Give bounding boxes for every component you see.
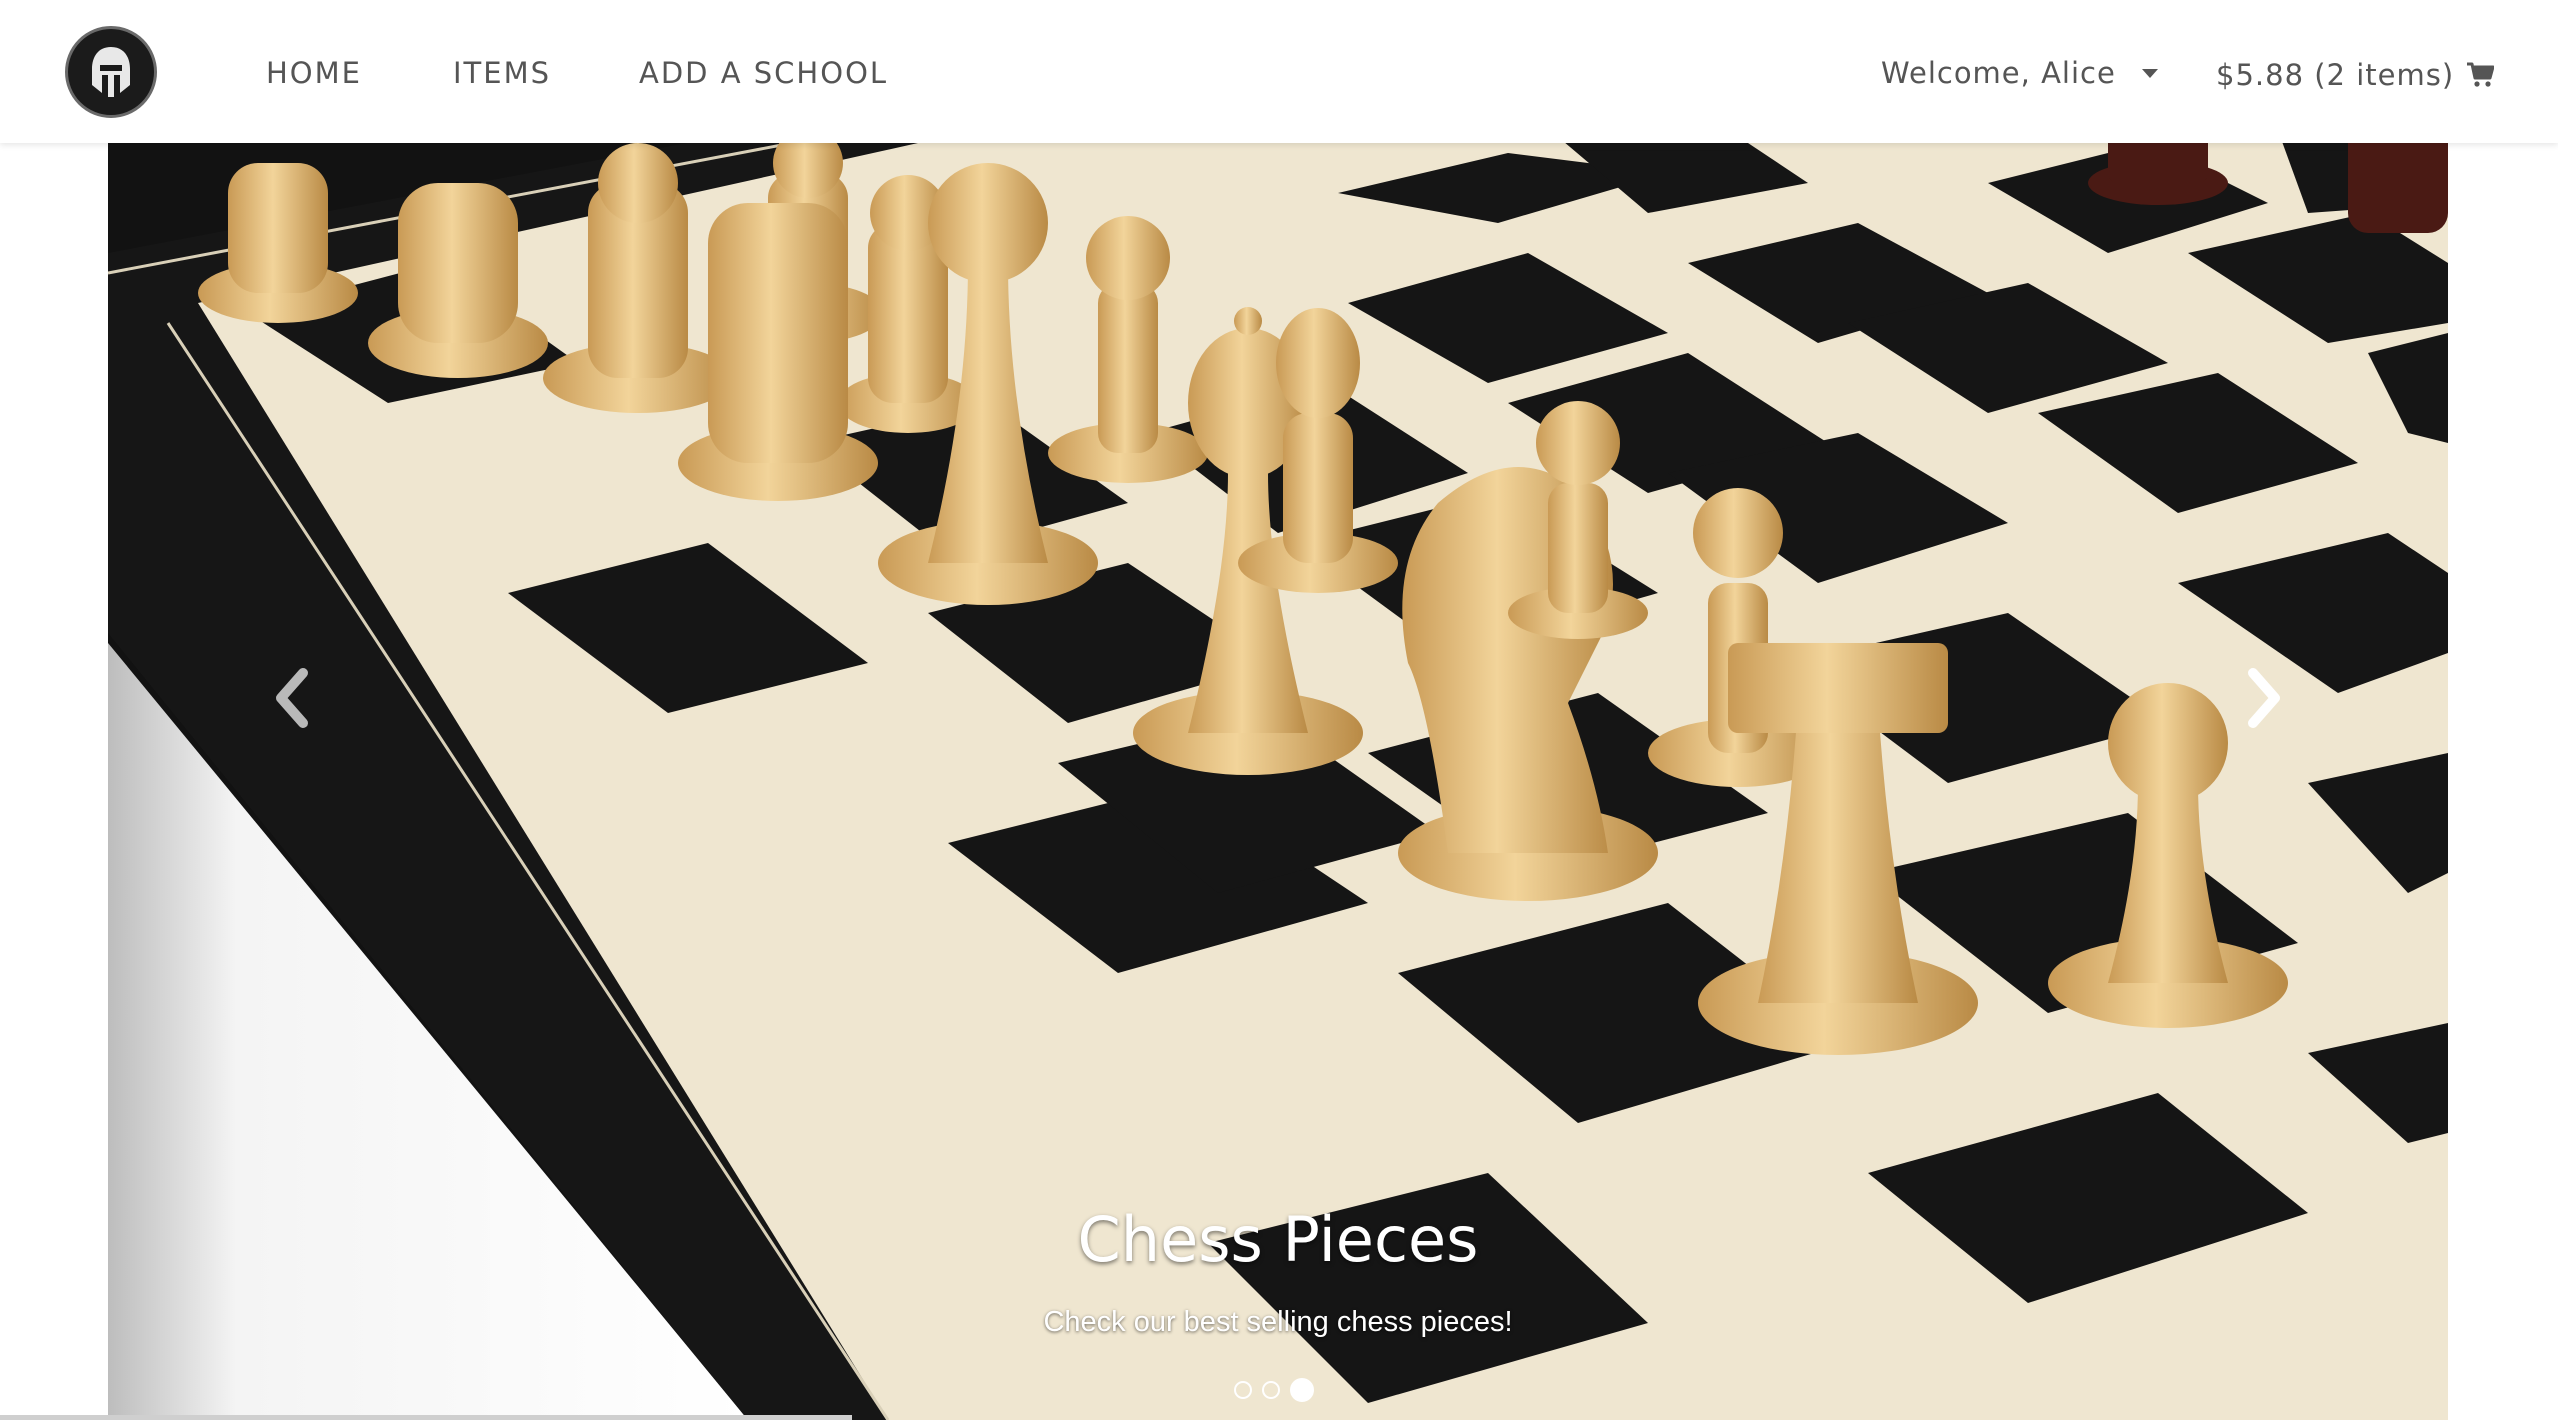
cart-button[interactable]: $5.88 (2 items) — [2216, 58, 2495, 92]
horizontal-scrollbar[interactable] — [0, 1415, 852, 1420]
carousel-indicator-2[interactable] — [1262, 1381, 1280, 1399]
chevron-right-icon — [2248, 668, 2280, 728]
nav-home-link[interactable]: HOME — [266, 56, 362, 90]
carousel-indicator-3[interactable] — [1290, 1378, 1314, 1402]
hero-carousel: Chess Pieces Check our best selling ches… — [108, 143, 2448, 1420]
user-menu-dropdown[interactable]: Welcome, Alice — [1881, 56, 2158, 90]
shopping-cart-icon — [2467, 62, 2495, 87]
cart-summary: $5.88 (2 items) — [2216, 58, 2455, 92]
chevron-left-icon — [276, 668, 308, 728]
carousel-next-button[interactable] — [2233, 663, 2293, 733]
caret-down-icon — [2141, 68, 2158, 78]
navbar: HOME ITEMS ADD A SCHOOL Welcome, Alice $… — [0, 0, 2558, 143]
nav-items-link[interactable]: ITEMS — [453, 56, 551, 90]
spartan-helmet-logo-icon[interactable] — [65, 26, 157, 118]
carousel-indicators — [1234, 1378, 1314, 1402]
carousel-caption-title: Chess Pieces — [1077, 1203, 1479, 1276]
welcome-label: Welcome, Alice — [1881, 56, 2116, 90]
carousel-indicator-1[interactable] — [1234, 1381, 1252, 1399]
carousel-prev-button[interactable] — [263, 663, 323, 733]
nav-add-school-link[interactable]: ADD A SCHOOL — [639, 56, 888, 90]
carousel-caption-subtitle: Check our best selling chess pieces! — [1043, 1306, 1513, 1338]
